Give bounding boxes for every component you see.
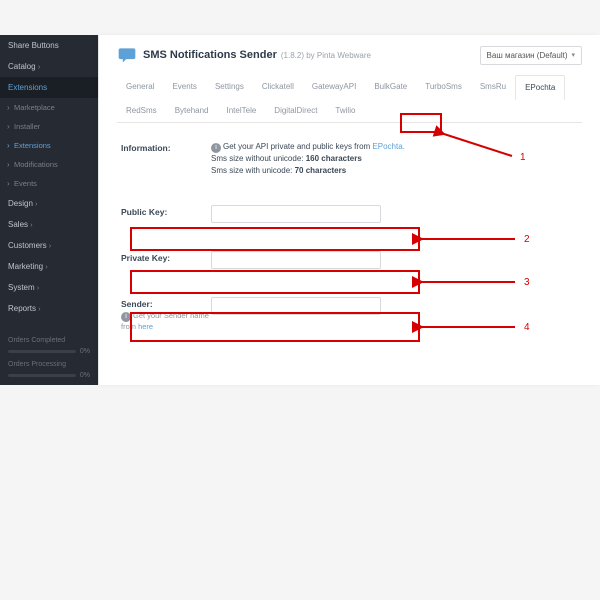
chevron-right-icon: › xyxy=(37,285,39,292)
info-icon: i xyxy=(121,312,131,322)
public-key-input[interactable] xyxy=(211,205,381,223)
sidebar-item-sales[interactable]: Sales › xyxy=(0,214,98,235)
sidebar-item-marketing[interactable]: Marketing › xyxy=(0,256,98,277)
sender-input[interactable] xyxy=(211,297,381,315)
annotation-2: 2 xyxy=(524,234,530,245)
sidebar-sub-events[interactable]: Events xyxy=(0,174,98,193)
sidebar-sub-extensions[interactable]: Extensions xyxy=(0,136,98,155)
public-key-label: Public Key: xyxy=(121,205,211,217)
chevron-right-icon: › xyxy=(49,243,51,250)
chevron-right-icon: › xyxy=(45,264,47,271)
progress-bar-orders-processing xyxy=(8,374,76,377)
private-key-input[interactable] xyxy=(211,251,381,269)
tab-events[interactable]: Events xyxy=(163,75,205,99)
sender-label: Sender: iGet your Sender name from here xyxy=(121,297,211,331)
annotation-1: 1 xyxy=(520,152,526,163)
sidebar-sub-marketplace[interactable]: Marketplace xyxy=(0,98,98,117)
chevron-down-icon: ▾ xyxy=(571,51,575,59)
sms-icon xyxy=(117,45,137,65)
tab-clickatell[interactable]: Clickatell xyxy=(253,75,303,99)
store-select[interactable]: Ваш магазин (Default) ▾ xyxy=(480,46,582,65)
chevron-right-icon: › xyxy=(38,64,40,71)
sidebar-item-system[interactable]: System › xyxy=(0,277,98,298)
tab-digitaldirect[interactable]: DigitalDirect xyxy=(265,99,326,122)
chevron-right-icon: › xyxy=(30,222,32,229)
tab-gatewayapi[interactable]: GatewayAPI xyxy=(303,75,365,99)
row-public-key: Public Key: xyxy=(117,201,582,227)
sender-here-link[interactable]: here xyxy=(138,322,153,331)
page-subtitle: (1.8.2) by Pinta Webware xyxy=(281,51,371,60)
annotation-4: 4 xyxy=(524,322,530,333)
sidebar-footer: Orders Completed 0% Orders Processing 0% xyxy=(0,331,98,385)
row-private-key: Private Key: xyxy=(117,247,582,273)
page-header: SMS Notifications Sender (1.8.2) by Pint… xyxy=(117,45,582,65)
info-icon: i xyxy=(211,143,221,153)
information-label: Information: xyxy=(121,141,211,153)
tab-settings[interactable]: Settings xyxy=(206,75,253,99)
sidebar-item-share-buttons[interactable]: Share Buttons xyxy=(0,35,98,56)
tab-general[interactable]: General xyxy=(117,75,163,99)
page-title: SMS Notifications Sender xyxy=(143,49,277,61)
tab-inteltele[interactable]: IntelTele xyxy=(218,99,266,122)
sidebar-item-extensions[interactable]: Extensions xyxy=(0,77,98,98)
tab-bytehand[interactable]: Bytehand xyxy=(166,99,218,122)
progress-bar-orders-completed xyxy=(8,350,76,353)
sidebar-sub-modifications[interactable]: Modifications xyxy=(0,155,98,174)
tab-epochta[interactable]: EPochta xyxy=(515,75,565,100)
tabs: General Events Settings Clickatell Gatew… xyxy=(117,75,582,123)
row-sender: Sender: iGet your Sender name from here xyxy=(117,293,582,335)
tab-redsms[interactable]: RedSms xyxy=(117,99,166,122)
sidebar-item-reports[interactable]: Reports › xyxy=(0,298,98,319)
sidebar-item-customers[interactable]: Customers › xyxy=(0,235,98,256)
tab-twilio[interactable]: Twilio xyxy=(326,99,364,122)
sidebar-sub-installer[interactable]: Installer xyxy=(0,117,98,136)
epochta-link[interactable]: EPochta. xyxy=(372,142,404,151)
annotation-3: 3 xyxy=(524,277,530,288)
tab-bulkgate[interactable]: BulkGate xyxy=(365,75,416,99)
tab-turbosms[interactable]: TurboSms xyxy=(416,75,471,99)
row-information: Information: iGet your API private and p… xyxy=(117,137,582,181)
chevron-right-icon: › xyxy=(38,306,40,313)
chevron-right-icon: › xyxy=(35,201,37,208)
sidebar-item-catalog[interactable]: Catalog › xyxy=(0,56,98,77)
sidebar: Share Buttons Catalog › Extensions Marke… xyxy=(0,35,98,385)
sidebar-item-design[interactable]: Design › xyxy=(0,193,98,214)
private-key-label: Private Key: xyxy=(121,251,211,263)
tab-smsru[interactable]: SmsRu xyxy=(471,75,515,99)
